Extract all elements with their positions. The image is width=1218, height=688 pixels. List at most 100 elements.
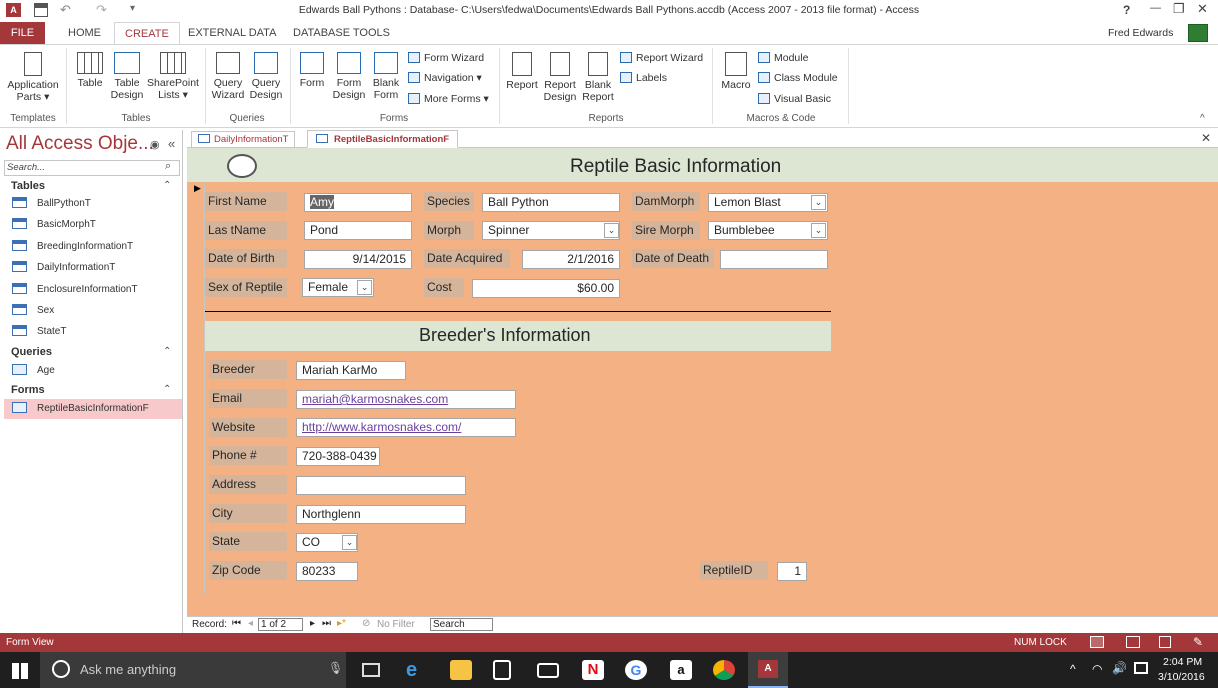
form-design-button[interactable]: Form Design — [331, 52, 367, 101]
netflix-icon[interactable]: N — [582, 660, 604, 680]
clock-time[interactable]: 2:04 PM — [1163, 656, 1202, 668]
navigation-button[interactable]: Navigation ▾ — [408, 71, 482, 85]
filter-status[interactable]: No Filter — [377, 619, 415, 630]
nav-item-table[interactable]: EnclosureInformationT — [12, 280, 182, 300]
collapse-icon[interactable]: ⌃ — [163, 384, 171, 395]
chevron-down-icon[interactable]: ⌄ — [604, 223, 619, 238]
visual-basic-button[interactable]: Visual Basic — [758, 92, 831, 106]
nav-item-table[interactable]: BallPythonT — [12, 194, 182, 214]
report-wizard-button[interactable]: Report Wizard — [620, 51, 703, 65]
form-wizard-button[interactable]: Form Wizard — [408, 51, 484, 65]
file-explorer-icon[interactable] — [450, 660, 472, 680]
help-button[interactable]: ? — [1123, 3, 1130, 17]
last-name-field[interactable]: Pond — [304, 221, 412, 240]
dob-field[interactable]: 9/14/2015 — [304, 250, 412, 269]
chevron-down-icon[interactable]: ⌄ — [357, 280, 372, 295]
minimize-button[interactable]: — — [1150, 2, 1161, 14]
clock-date[interactable]: 3/10/2016 — [1158, 671, 1205, 683]
layout-view-icon[interactable] — [1159, 636, 1171, 648]
nav-item-table[interactable]: DailyInformationT — [12, 258, 182, 278]
edge-icon[interactable]: e — [406, 660, 428, 680]
search-icon[interactable]: ⌕ — [165, 160, 171, 173]
breeder-field[interactable]: Mariah KarMo — [296, 361, 406, 380]
filter-icon[interactable]: ⊘ — [362, 618, 370, 629]
new-record-icon[interactable]: ▸* — [337, 618, 346, 629]
doc-tab-dailyinformationt[interactable]: DailyInformationT — [191, 131, 296, 148]
chevron-down-icon[interactable]: ⌄ — [811, 223, 826, 238]
windows-start-icon[interactable] — [12, 663, 28, 679]
tab-file[interactable]: FILE — [0, 22, 45, 44]
close-button[interactable]: ✕ — [1197, 1, 1208, 17]
query-wizard-button[interactable]: Query Wizard — [210, 52, 246, 101]
zip-field[interactable]: 80233 — [296, 562, 358, 581]
record-search-input[interactable]: Search — [430, 618, 493, 631]
module-button[interactable]: Module — [758, 51, 808, 65]
query-design-button[interactable]: Query Design — [248, 52, 284, 101]
blank-report-button[interactable]: Blank Report — [580, 52, 616, 103]
record-position-input[interactable]: 1 of 2 — [258, 618, 303, 631]
amazon-icon[interactable]: a — [670, 660, 692, 680]
cortana-search-box[interactable]: Ask me anything 🎙 — [40, 652, 346, 688]
tab-create[interactable]: CREATE — [114, 22, 180, 45]
form-view-icon[interactable] — [1090, 636, 1104, 648]
mail-icon[interactable] — [537, 663, 559, 678]
tab-database-tools[interactable]: DATABASE TOOLS — [283, 22, 400, 44]
report-button[interactable]: Report — [504, 52, 540, 91]
first-name-field[interactable]: Amy — [304, 193, 412, 212]
next-record-icon[interactable]: ▸ — [310, 618, 315, 629]
table-button[interactable]: Table — [74, 52, 106, 89]
user-name[interactable]: Fred Edwards — [1108, 27, 1173, 39]
microphone-icon[interactable]: 🎙 — [328, 661, 343, 675]
nav-section-queries[interactable]: Queries — [11, 346, 52, 358]
class-module-button[interactable]: Class Module — [758, 71, 838, 85]
sharepoint-lists-button[interactable]: SharePoint Lists ▾ — [147, 52, 199, 101]
nav-item-form[interactable]: ReptileBasicInformationF — [4, 399, 182, 419]
application-parts-button[interactable]: Application Parts ▾ — [4, 52, 62, 103]
table-design-button[interactable]: Table Design — [108, 52, 146, 101]
first-record-icon[interactable]: ⏮ — [232, 618, 241, 629]
nav-search-input[interactable]: Search... — [7, 162, 45, 173]
reptile-id-field[interactable]: 1 — [777, 562, 807, 581]
access-taskbar-icon[interactable]: A — [748, 652, 788, 688]
macro-button[interactable]: Macro — [718, 52, 754, 91]
collapse-icon[interactable]: ⌃ — [163, 180, 171, 191]
nav-item-table[interactable]: StateT — [12, 322, 182, 342]
collapse-ribbon-icon[interactable]: ^ — [1200, 113, 1205, 124]
morph-combo[interactable]: Spinner — [482, 221, 620, 240]
google-icon[interactable]: G — [625, 660, 647, 680]
nav-menu-icon[interactable]: ◉ — [150, 138, 160, 151]
nav-item-table[interactable]: BreedingInformationT — [12, 237, 182, 257]
cost-field[interactable]: $60.00 — [472, 279, 620, 298]
labels-button[interactable]: Labels — [620, 71, 667, 85]
prev-record-icon[interactable]: ◂ — [248, 618, 253, 629]
show-hidden-icons[interactable]: ^ — [1070, 662, 1076, 676]
more-forms-button[interactable]: More Forms ▾ — [408, 92, 489, 106]
datasheet-view-icon[interactable] — [1126, 636, 1140, 648]
tab-external-data[interactable]: EXTERNAL DATA — [178, 22, 286, 44]
form-button[interactable]: Form — [296, 52, 328, 89]
chrome-icon[interactable] — [713, 660, 735, 680]
doc-tab-reptilebasicinformationf[interactable]: ReptileBasicInformationF — [307, 130, 459, 148]
blank-form-button[interactable]: Blank Form — [369, 52, 403, 101]
record-selector[interactable]: ▶ — [187, 182, 205, 594]
collapse-icon[interactable]: ⌃ — [163, 346, 171, 357]
phone-field[interactable]: 720-388-0439 — [296, 447, 380, 466]
nav-pane-title[interactable]: All Access Obje... — [6, 133, 154, 155]
chevron-down-icon[interactable]: ⌄ — [342, 535, 357, 550]
city-field[interactable]: Northglenn — [296, 505, 466, 524]
nav-section-forms[interactable]: Forms — [11, 384, 45, 396]
restore-button[interactable]: ❐ — [1173, 1, 1185, 17]
nav-item-table[interactable]: Sex — [12, 301, 182, 321]
date-acquired-field[interactable]: 2/1/2016 — [522, 250, 620, 269]
tab-home[interactable]: HOME — [58, 22, 111, 44]
user-avatar[interactable] — [1188, 24, 1208, 42]
address-field[interactable] — [296, 476, 466, 495]
nav-item-query[interactable]: Age — [12, 361, 182, 381]
nav-search-box[interactable]: Search... ⌕ — [4, 160, 180, 176]
store-icon[interactable] — [493, 660, 511, 680]
wifi-icon[interactable]: ◠ — [1092, 662, 1102, 676]
volume-icon[interactable]: 🔊 — [1112, 661, 1127, 675]
task-view-icon[interactable] — [362, 663, 380, 677]
shutter-bar-icon[interactable]: « — [168, 136, 175, 151]
report-design-button[interactable]: Report Design — [542, 52, 578, 103]
